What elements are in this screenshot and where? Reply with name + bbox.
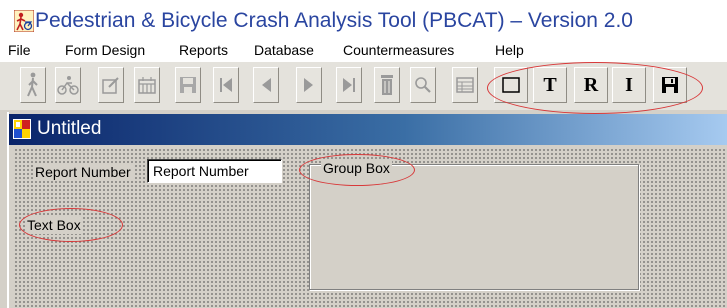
report-number-field[interactable]: Report Number (147, 159, 282, 183)
app-title: Pedestrian & Bicycle Crash Analysis Tool… (35, 9, 633, 32)
bicycle-icon (57, 76, 79, 95)
app-title-bar: Pedestrian & Bicycle Crash Analysis Tool… (0, 0, 727, 38)
delete-record-button[interactable] (374, 67, 400, 103)
last-record-icon (343, 78, 355, 92)
form-title-bar: Untitled (9, 114, 727, 145)
form-title: Untitled (37, 118, 102, 139)
calendar-icon (138, 77, 156, 94)
form-window-icon (13, 119, 31, 139)
bicycle-button[interactable] (55, 67, 81, 103)
group-box-label[interactable]: Group Box (321, 159, 392, 177)
menu-bar: File Form Design Reports Database Counte… (0, 38, 727, 62)
menu-help[interactable]: Help (495, 41, 524, 59)
previous-record-button[interactable] (253, 67, 279, 103)
menu-database[interactable]: Database (254, 41, 314, 59)
first-record-button[interactable] (213, 67, 239, 103)
group-box[interactable] (309, 164, 639, 290)
last-record-button[interactable] (336, 67, 362, 103)
image-tool-icon: I (625, 73, 633, 96)
edit-form-button[interactable] (98, 67, 124, 103)
group-box-tool-button[interactable] (494, 67, 528, 103)
text-box-tool-button[interactable]: T (533, 67, 567, 103)
save-record-button[interactable] (175, 67, 201, 103)
search-button[interactable] (410, 67, 436, 103)
table-view-button[interactable] (452, 67, 478, 103)
pedestrian-icon (27, 72, 38, 97)
previous-record-icon (262, 78, 271, 92)
text-box-tool-icon: T (543, 73, 557, 96)
report-number-tool-icon: R (583, 73, 599, 96)
save-form-button[interactable] (653, 67, 687, 103)
table-view-icon (456, 77, 474, 93)
next-record-button[interactable] (296, 67, 322, 103)
save-form-icon (662, 77, 678, 93)
menu-file[interactable]: File (8, 41, 31, 59)
report-number-tool-button[interactable]: R (574, 67, 608, 103)
report-number-label[interactable]: Report Number (33, 163, 133, 181)
menu-countermeasures[interactable]: Countermeasures (343, 41, 454, 59)
image-tool-button[interactable]: I (612, 67, 646, 103)
search-icon (415, 77, 431, 93)
pbcat-app-icon (14, 10, 34, 32)
next-record-icon (304, 78, 313, 92)
edit-form-icon (102, 77, 119, 94)
text-box-label[interactable]: Text Box (25, 216, 83, 234)
menu-reports[interactable]: Reports (179, 41, 228, 59)
toolbar: T R I (0, 62, 727, 110)
save-icon (180, 77, 196, 93)
first-record-icon (220, 78, 232, 92)
group-box-tool-icon (502, 77, 520, 93)
calendar-button[interactable] (134, 67, 160, 103)
pedestrian-button[interactable] (20, 67, 46, 103)
delete-icon (381, 75, 393, 95)
menu-form-design[interactable]: Form Design (65, 41, 145, 59)
